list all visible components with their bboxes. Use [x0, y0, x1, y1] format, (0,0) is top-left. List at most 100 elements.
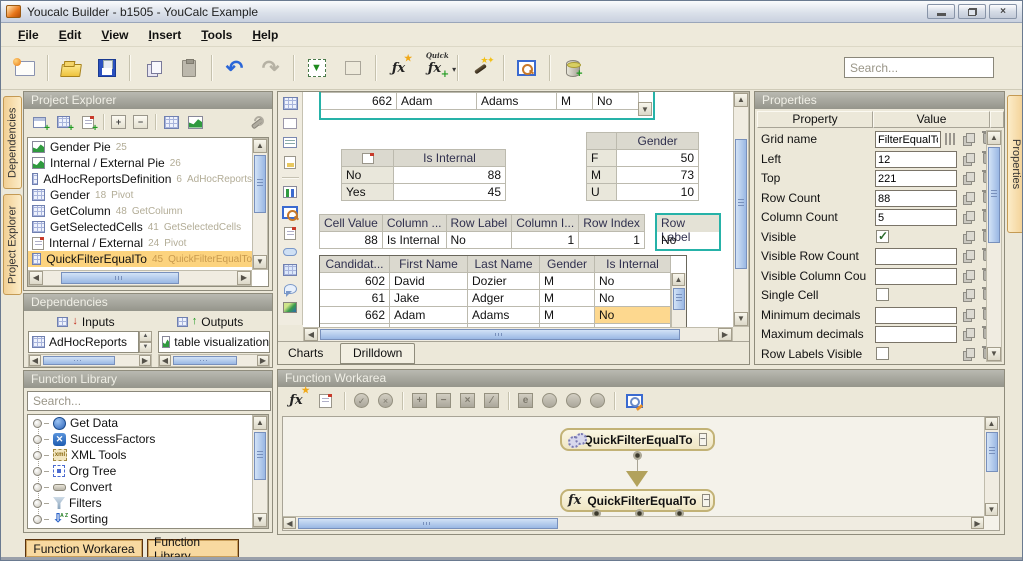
cell[interactable]: David — [389, 272, 468, 290]
scroll-thumb[interactable] — [735, 139, 747, 269]
row-label[interactable]: U — [586, 183, 617, 201]
title-bar[interactable]: Youcalc Builder - b1505 - YouCalc Exampl… — [1, 1, 1022, 23]
value-cell[interactable]: 50 — [616, 149, 699, 167]
menu-file[interactable]: File — [9, 25, 48, 45]
tab-project-explorer-vertical[interactable]: Project Explorer — [3, 194, 22, 295]
pivot-row[interactable]: M 73 — [586, 166, 699, 184]
inputs-list-item[interactable]: AdHocReports — [28, 331, 139, 353]
cell[interactable]: 602 — [320, 272, 390, 290]
close-button[interactable]: × — [989, 4, 1017, 19]
grid-tool-button[interactable] — [282, 97, 298, 110]
scroll-right-arrow[interactable]: ▶ — [237, 271, 251, 285]
column-header[interactable]: Gender — [539, 256, 595, 273]
row-count-input[interactable] — [875, 190, 957, 207]
scroll-thumb[interactable] — [254, 155, 266, 213]
scroll-right-arrow[interactable]: ▶ — [718, 328, 732, 341]
function-library-window-button[interactable]: Function Library — [147, 535, 239, 560]
top-input[interactable] — [875, 170, 957, 187]
scroll-left-arrow[interactable]: ◀ — [283, 517, 296, 529]
library-vertical-scrollbar[interactable]: ▲ ▼ — [252, 415, 268, 528]
report-tool-button[interactable] — [284, 156, 296, 169]
scroll-left-arrow[interactable]: ◀ — [29, 355, 41, 366]
scroll-thumb[interactable] — [173, 356, 237, 365]
copy-icon[interactable] — [963, 133, 975, 146]
preview-tool-button[interactable] — [282, 206, 298, 221]
copy-icon[interactable] — [963, 172, 975, 185]
value-column-header[interactable]: Value — [873, 111, 990, 128]
inputs-horizontal-scrollbar[interactable]: ◀ ▶ — [28, 354, 152, 367]
tab-charts[interactable]: Charts — [288, 342, 323, 364]
rename-icon[interactable] — [945, 133, 955, 145]
euler-button-disabled[interactable]: e — [518, 393, 533, 408]
pivot-column-header[interactable]: Gender — [616, 132, 699, 150]
row-label-box-selected[interactable]: Row Label No — [655, 213, 721, 251]
cell[interactable]: 88 — [319, 231, 383, 249]
scroll-left-arrow[interactable]: ◀ — [159, 355, 171, 366]
scroll-up-arrow[interactable]: ▲ — [734, 93, 748, 107]
spinner-down-arrow[interactable]: ▼ — [139, 342, 152, 353]
library-item-successfactors[interactable]: ✕ SuccessFactors — [28, 431, 268, 447]
explorer-item-internal-external[interactable]: Internal / External 24 Pivot — [28, 235, 252, 251]
undo-button[interactable]: ↶ — [221, 55, 248, 82]
table-row[interactable]: 662 Adam Adams M No — [321, 92, 639, 110]
menu-view[interactable]: View — [92, 25, 137, 45]
chart-tool-button[interactable] — [283, 186, 297, 198]
tab-properties-vertical[interactable]: Properties — [1007, 95, 1022, 233]
scroll-down-arrow[interactable]: ▼ — [253, 513, 267, 527]
pivot-row[interactable]: Yes 45 — [341, 183, 506, 201]
candidates-vertical-scrollbar[interactable]: ▲ — [671, 273, 686, 327]
pivot-row[interactable]: No 88 — [341, 166, 506, 184]
toolbar-search-input[interactable] — [844, 57, 994, 78]
explorer-item-getcolumn[interactable]: GetColumn 48 GetColumn — [28, 203, 252, 219]
workarea-horizontal-scrollbar[interactable]: ◀ ▶ — [283, 516, 984, 530]
form-tool-button[interactable] — [284, 227, 296, 240]
text-tool-button[interactable] — [283, 137, 297, 148]
expand-toggle[interactable] — [33, 498, 42, 508]
scroll-up-arrow[interactable]: ▲ — [253, 139, 267, 153]
cell[interactable]: 1 — [511, 231, 580, 249]
cell[interactable]: Adger — [467, 289, 540, 307]
table-scroll-down-arrow[interactable]: ▼ — [638, 102, 652, 116]
copy-icon[interactable] — [963, 192, 975, 205]
library-item-filters[interactable]: Filters — [28, 495, 268, 511]
copy-icon[interactable] — [963, 328, 975, 341]
expand-toggle[interactable] — [33, 482, 42, 492]
frame-button[interactable] — [339, 55, 366, 82]
expand-toggle[interactable] — [33, 514, 42, 524]
scroll-thumb[interactable] — [986, 432, 998, 472]
add-operator-button-disabled[interactable]: + — [412, 393, 427, 408]
maximum-decimals-input[interactable] — [875, 326, 957, 343]
explorer-settings-button[interactable] — [248, 115, 265, 130]
copy-icon[interactable] — [963, 309, 975, 322]
workarea-new-function-button[interactable]: ƒx ★ — [286, 386, 309, 411]
candidates-table[interactable]: Candidat... First Name Last Name Gender … — [319, 255, 687, 327]
column-header[interactable]: Column ... — [381, 214, 447, 232]
cell[interactable]: No — [445, 231, 513, 249]
visible-checkbox-checked[interactable] — [876, 229, 889, 243]
pivot-gender[interactable]: Gender F 50 M 73 U 10 — [586, 132, 699, 201]
cell[interactable]: No — [592, 92, 639, 110]
cell[interactable]: 61 — [320, 289, 390, 307]
cell-info-table[interactable]: Cell Value Column ... Row Label Column I… — [319, 214, 645, 249]
zoom-edit-button[interactable] — [624, 391, 644, 411]
table-row[interactable]: 61 Jake Adger M No — [320, 289, 671, 307]
expand-toggle[interactable] — [33, 434, 42, 444]
table-row[interactable]: 662 Adam Adams M No — [320, 306, 671, 324]
copy-icon[interactable] — [963, 270, 975, 283]
paste-button[interactable] — [175, 55, 202, 82]
charts-view-button[interactable] — [187, 115, 204, 130]
scroll-left-arrow[interactable]: ◀ — [29, 271, 43, 285]
table-tool-button[interactable] — [283, 264, 297, 276]
add-visualization-button[interactable] — [31, 115, 50, 134]
accept-button-disabled[interactable]: ✓ — [354, 393, 369, 408]
divide-operator-button-disabled[interactable]: ∕ — [484, 393, 499, 408]
save-button[interactable] — [93, 55, 120, 82]
batch-button-disabled[interactable] — [590, 393, 605, 408]
column-header[interactable]: Candidat... — [320, 256, 390, 273]
redo-button[interactable]: ↷ — [257, 55, 284, 82]
library-item-xml-tools[interactable]: xml XML Tools — [28, 447, 268, 463]
drilldown-canvas[interactable]: 61 Jake Adger M No 662 Adam Adams M No ▼ — [303, 92, 733, 327]
canvas-horizontal-scrollbar[interactable]: ◀ ▶ — [303, 327, 733, 342]
outputs-list-item[interactable]: table visualization — [158, 331, 270, 353]
cancel-button-disabled[interactable]: × — [378, 393, 393, 408]
